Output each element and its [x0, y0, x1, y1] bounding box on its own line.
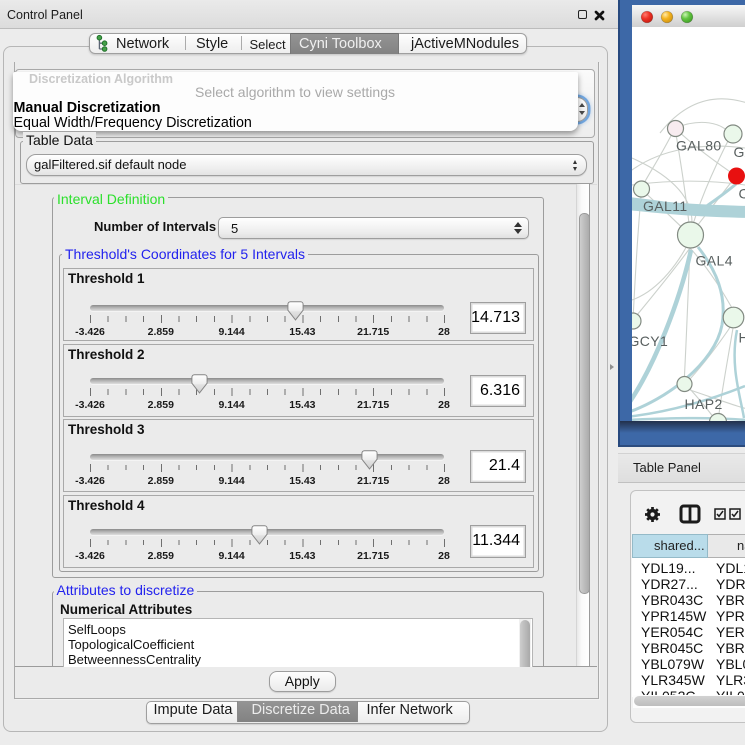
svg-text:GA: GA	[734, 144, 745, 160]
svg-text:GAL4: GAL4	[696, 253, 733, 269]
svg-text:GCY1: GCY1	[632, 333, 668, 349]
svg-text:H: H	[739, 330, 745, 346]
svg-text:C: C	[739, 186, 745, 202]
svg-text:HAP2: HAP2	[685, 396, 723, 412]
svg-text:GAL80: GAL80	[676, 138, 722, 154]
svg-text:GAL11: GAL11	[643, 198, 688, 214]
